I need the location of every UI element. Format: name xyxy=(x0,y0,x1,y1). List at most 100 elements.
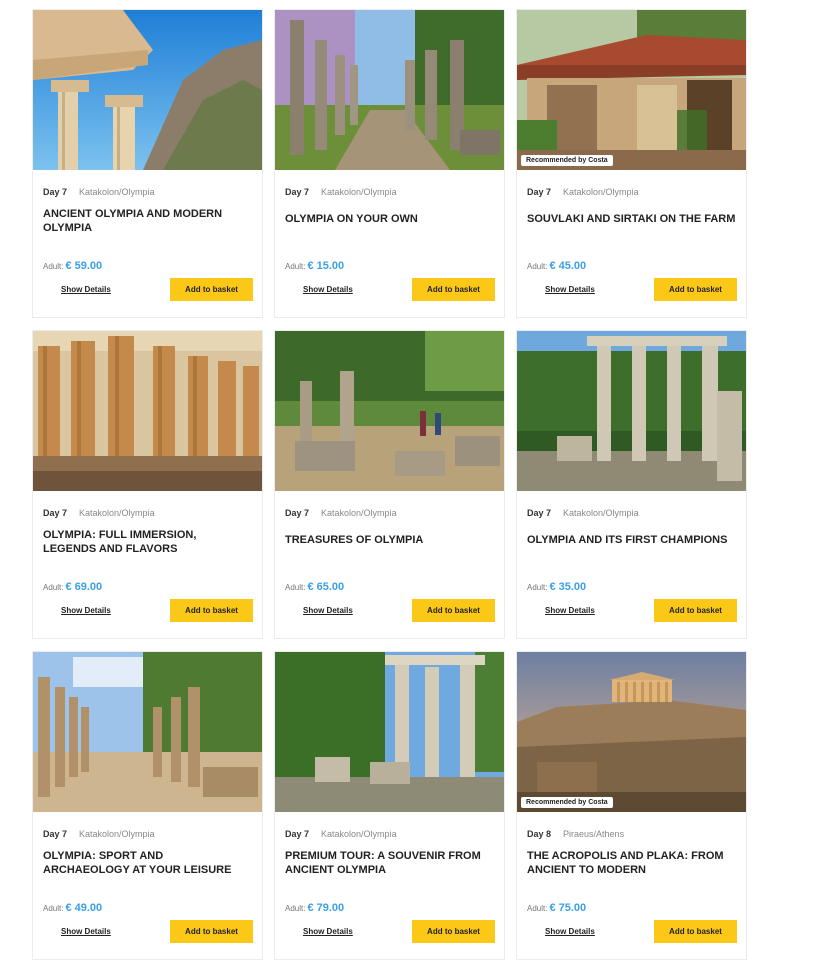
price-amount: € 65.00 xyxy=(307,581,345,593)
tour-title[interactable]: OLYMPIA: SPORT AND ARCHAEOLOGY AT YOUR L… xyxy=(43,849,252,877)
tour-image[interactable] xyxy=(33,331,262,491)
tour-meta: Day 7 Katakolon/Olympia xyxy=(285,508,397,518)
show-details-link[interactable]: Show Details xyxy=(545,285,595,294)
show-details-link[interactable]: Show Details xyxy=(303,285,353,294)
price-amount: € 59.00 xyxy=(65,260,103,272)
tour-meta: Day 7 Katakolon/Olympia xyxy=(43,187,155,197)
add-to-basket-button[interactable]: Add to basket xyxy=(412,278,495,301)
adult-label: Adult: xyxy=(285,262,306,271)
add-to-basket-button[interactable]: Add to basket xyxy=(654,599,737,622)
tour-location: Katakolon/Olympia xyxy=(79,187,155,197)
tour-image[interactable] xyxy=(33,652,262,812)
tour-price: Adult: € 45.00 xyxy=(527,260,586,272)
tour-card: Day 7 Katakolon/Olympia OLYMPIA AND ITS F… xyxy=(516,330,747,639)
adult-label: Adult: xyxy=(285,904,306,913)
tour-price: Adult: € 35.00 xyxy=(527,581,586,593)
tour-day: Day 7 xyxy=(43,187,68,197)
show-details-link[interactable]: Show Details xyxy=(545,606,595,615)
adult-label: Adult: xyxy=(527,583,548,592)
add-to-basket-button[interactable]: Add to basket xyxy=(654,278,737,301)
tour-day: Day 7 xyxy=(285,508,310,518)
tour-photo xyxy=(275,331,504,491)
tour-location: Katakolon/Olympia xyxy=(321,187,397,197)
tour-card: Day 7 Katakolon/Olympia OLYMPIA: SPORT AN… xyxy=(32,651,263,960)
adult-label: Adult: xyxy=(527,262,548,271)
tour-meta: Day 7 Katakolon/Olympia xyxy=(43,829,155,839)
tour-photo xyxy=(33,331,262,491)
tour-meta: Day 7 Katakolon/Olympia xyxy=(43,508,155,518)
tour-photo xyxy=(517,652,746,812)
show-details-link[interactable]: Show Details xyxy=(303,927,353,936)
show-details-link[interactable]: Show Details xyxy=(303,606,353,615)
add-to-basket-button[interactable]: Add to basket xyxy=(170,920,253,943)
tour-image[interactable]: Recommended by Costa xyxy=(517,10,746,170)
tour-price: Adult: € 49.00 xyxy=(43,902,102,914)
add-to-basket-button[interactable]: Add to basket xyxy=(412,599,495,622)
show-details-link[interactable]: Show Details xyxy=(545,927,595,936)
tour-photo xyxy=(517,10,746,170)
tour-location: Katakolon/Olympia xyxy=(563,187,639,197)
tour-day: Day 7 xyxy=(43,829,68,839)
tour-image[interactable] xyxy=(275,652,504,812)
tour-title[interactable]: ANCIENT OLYMPIA AND MODERN OLYMPIA xyxy=(43,207,252,235)
recommended-badge: Recommended by Costa xyxy=(521,155,613,166)
tour-price: Adult: € 75.00 xyxy=(527,902,586,914)
price-amount: € 35.00 xyxy=(549,581,587,593)
tour-day: Day 7 xyxy=(527,508,552,518)
tour-card: Day 7 Katakolon/Olympia OLYMPIA ON YOUR O… xyxy=(274,9,505,318)
tour-title[interactable]: THE ACROPOLIS AND PLAKA: FROM ANCIENT TO… xyxy=(527,849,736,877)
tour-meta: Day 7 Katakolon/Olympia xyxy=(527,508,639,518)
tour-image[interactable] xyxy=(275,331,504,491)
tour-day: Day 7 xyxy=(43,508,68,518)
tour-title[interactable]: OLYMPIA: FULL IMMERSION, LEGENDS AND FLA… xyxy=(43,528,252,556)
show-details-link[interactable]: Show Details xyxy=(61,606,111,615)
tour-day: Day 7 xyxy=(527,187,552,197)
tour-photo xyxy=(517,331,746,491)
tour-title[interactable]: OLYMPIA AND ITS FIRST CHAMPIONS xyxy=(527,533,736,547)
tour-day: Day 7 xyxy=(285,187,310,197)
add-to-basket-button[interactable]: Add to basket xyxy=(170,278,253,301)
price-amount: € 69.00 xyxy=(65,581,103,593)
add-to-basket-button[interactable]: Add to basket xyxy=(170,599,253,622)
tour-title[interactable]: PREMIUM TOUR: A SOUVENIR FROM ANCIENT OL… xyxy=(285,849,494,877)
add-to-basket-button[interactable]: Add to basket xyxy=(412,920,495,943)
tour-meta: Day 7 Katakolon/Olympia xyxy=(285,829,397,839)
tour-price: Adult: € 69.00 xyxy=(43,581,102,593)
tour-card: Day 7 Katakolon/Olympia TREASURES OF OLYM… xyxy=(274,330,505,639)
tour-card: Recommended by Costa Day 7 Katakolon/Olym… xyxy=(516,9,747,318)
tour-location: Piraeus/Athens xyxy=(563,829,625,839)
tour-photo xyxy=(275,652,504,812)
tour-day: Day 7 xyxy=(285,829,310,839)
tour-photo xyxy=(33,10,262,170)
price-amount: € 79.00 xyxy=(307,902,345,914)
recommended-badge: Recommended by Costa xyxy=(521,797,613,808)
tour-price: Adult: € 15.00 xyxy=(285,260,344,272)
tour-meta: Day 7 Katakolon/Olympia xyxy=(527,187,639,197)
show-details-link[interactable]: Show Details xyxy=(61,927,111,936)
tour-price: Adult: € 79.00 xyxy=(285,902,344,914)
tour-location: Katakolon/Olympia xyxy=(321,829,397,839)
tour-meta: Day 8 Piraeus/Athens xyxy=(527,829,624,839)
price-amount: € 49.00 xyxy=(65,902,103,914)
tour-title[interactable]: OLYMPIA ON YOUR OWN xyxy=(285,212,494,226)
tour-card: Recommended by Costa Day 8 Piraeus/Athens… xyxy=(516,651,747,960)
tour-location: Katakolon/Olympia xyxy=(79,508,155,518)
add-to-basket-button[interactable]: Add to basket xyxy=(654,920,737,943)
tour-image[interactable] xyxy=(33,10,262,170)
tour-title[interactable]: TREASURES OF OLYMPIA xyxy=(285,533,494,547)
show-details-link[interactable]: Show Details xyxy=(61,285,111,294)
tour-image[interactable]: Recommended by Costa xyxy=(517,652,746,812)
tour-card: Day 7 Katakolon/Olympia OLYMPIA: FULL IMM… xyxy=(32,330,263,639)
tour-location: Katakolon/Olympia xyxy=(563,508,639,518)
tour-meta: Day 7 Katakolon/Olympia xyxy=(285,187,397,197)
tour-card: Day 7 Katakolon/Olympia ANCIENT OLYMPIA A… xyxy=(32,9,263,318)
tour-image[interactable] xyxy=(275,10,504,170)
tour-day: Day 8 xyxy=(527,829,552,839)
tour-image[interactable] xyxy=(517,331,746,491)
tour-photo xyxy=(33,652,262,812)
price-amount: € 15.00 xyxy=(307,260,345,272)
adult-label: Adult: xyxy=(43,262,64,271)
tour-title[interactable]: SOUVLAKI AND SIRTAKI ON THE FARM xyxy=(527,212,736,226)
price-amount: € 45.00 xyxy=(549,260,587,272)
tour-location: Katakolon/Olympia xyxy=(321,508,397,518)
